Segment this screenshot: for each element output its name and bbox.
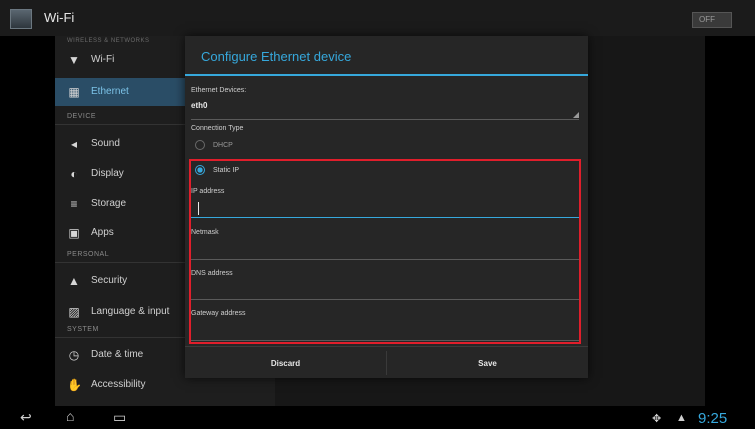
- settings-item-label: Wi-Fi: [91, 54, 115, 65]
- home-icon[interactable]: ⌂: [66, 409, 74, 423]
- ethernet-icon: ▦: [68, 85, 80, 99]
- save-button[interactable]: Save: [387, 347, 588, 379]
- language-icon: ▨: [68, 305, 80, 319]
- dialog-title: Configure Ethernet device: [201, 49, 352, 64]
- recent-apps-icon[interactable]: ▭: [113, 410, 126, 424]
- settings-app-icon[interactable]: [10, 9, 32, 29]
- settings-item-label: Language & input: [91, 306, 170, 317]
- storage-icon: ≡: [70, 197, 78, 211]
- display-icon: ◐: [70, 167, 78, 181]
- action-bar: Wi-Fi OFF: [0, 0, 755, 36]
- dialog-title-divider: [185, 74, 588, 76]
- highlight-box: [189, 159, 581, 344]
- lock-icon: ▲: [68, 274, 80, 288]
- settings-item-label: Ethernet: [91, 86, 129, 97]
- status-clock: 9:25: [698, 410, 728, 427]
- category-personal-header: PERSONAL: [67, 251, 110, 258]
- settings-item-label: Sound: [91, 138, 120, 149]
- connection-type-label: Connection Type: [191, 125, 244, 132]
- back-icon[interactable]: ↩: [20, 410, 32, 424]
- wifi-icon: ▼: [68, 53, 80, 67]
- ethernet-devices-label: Ethernet Devices:: [191, 87, 247, 94]
- accessibility-icon: ✋: [67, 378, 82, 392]
- usb-icon: ✥: [652, 413, 662, 425]
- category-device-header: DEVICE: [67, 113, 97, 120]
- category-system-header: SYSTEM: [67, 326, 99, 333]
- settings-item-label: Date & time: [91, 349, 144, 360]
- dropdown-arrow-icon: [573, 112, 579, 118]
- ethernet-device-spinner[interactable]: eth0: [191, 98, 579, 120]
- settings-item-label: Apps: [91, 227, 114, 238]
- settings-item-label: Accessibility: [91, 379, 146, 390]
- settings-item-label: Display: [91, 168, 124, 179]
- dialog-button-bar: Discard Save: [185, 346, 588, 378]
- warning-icon: ▲: [676, 412, 687, 424]
- sound-icon: ◂: [70, 137, 78, 151]
- dhcp-label: DHCP: [213, 142, 233, 149]
- settings-item-label: Security: [91, 275, 128, 286]
- category-wireless-header: WIRELESS & NETWORKS: [67, 38, 150, 44]
- ethernet-device-value: eth0: [191, 101, 208, 110]
- wifi-toggle[interactable]: OFF: [692, 12, 732, 28]
- settings-item-label: Storage: [91, 198, 127, 209]
- dhcp-radio[interactable]: [195, 140, 205, 150]
- apps-icon: ▣: [68, 226, 80, 240]
- clock-icon: ◷: [68, 348, 80, 362]
- system-nav-bar: ↩ ⌂ ▭ ✥ ▲ 9:25: [0, 406, 755, 429]
- action-bar-title: Wi-Fi: [44, 10, 75, 25]
- details-pane-edge: [705, 36, 755, 406]
- discard-button[interactable]: Discard: [185, 347, 386, 379]
